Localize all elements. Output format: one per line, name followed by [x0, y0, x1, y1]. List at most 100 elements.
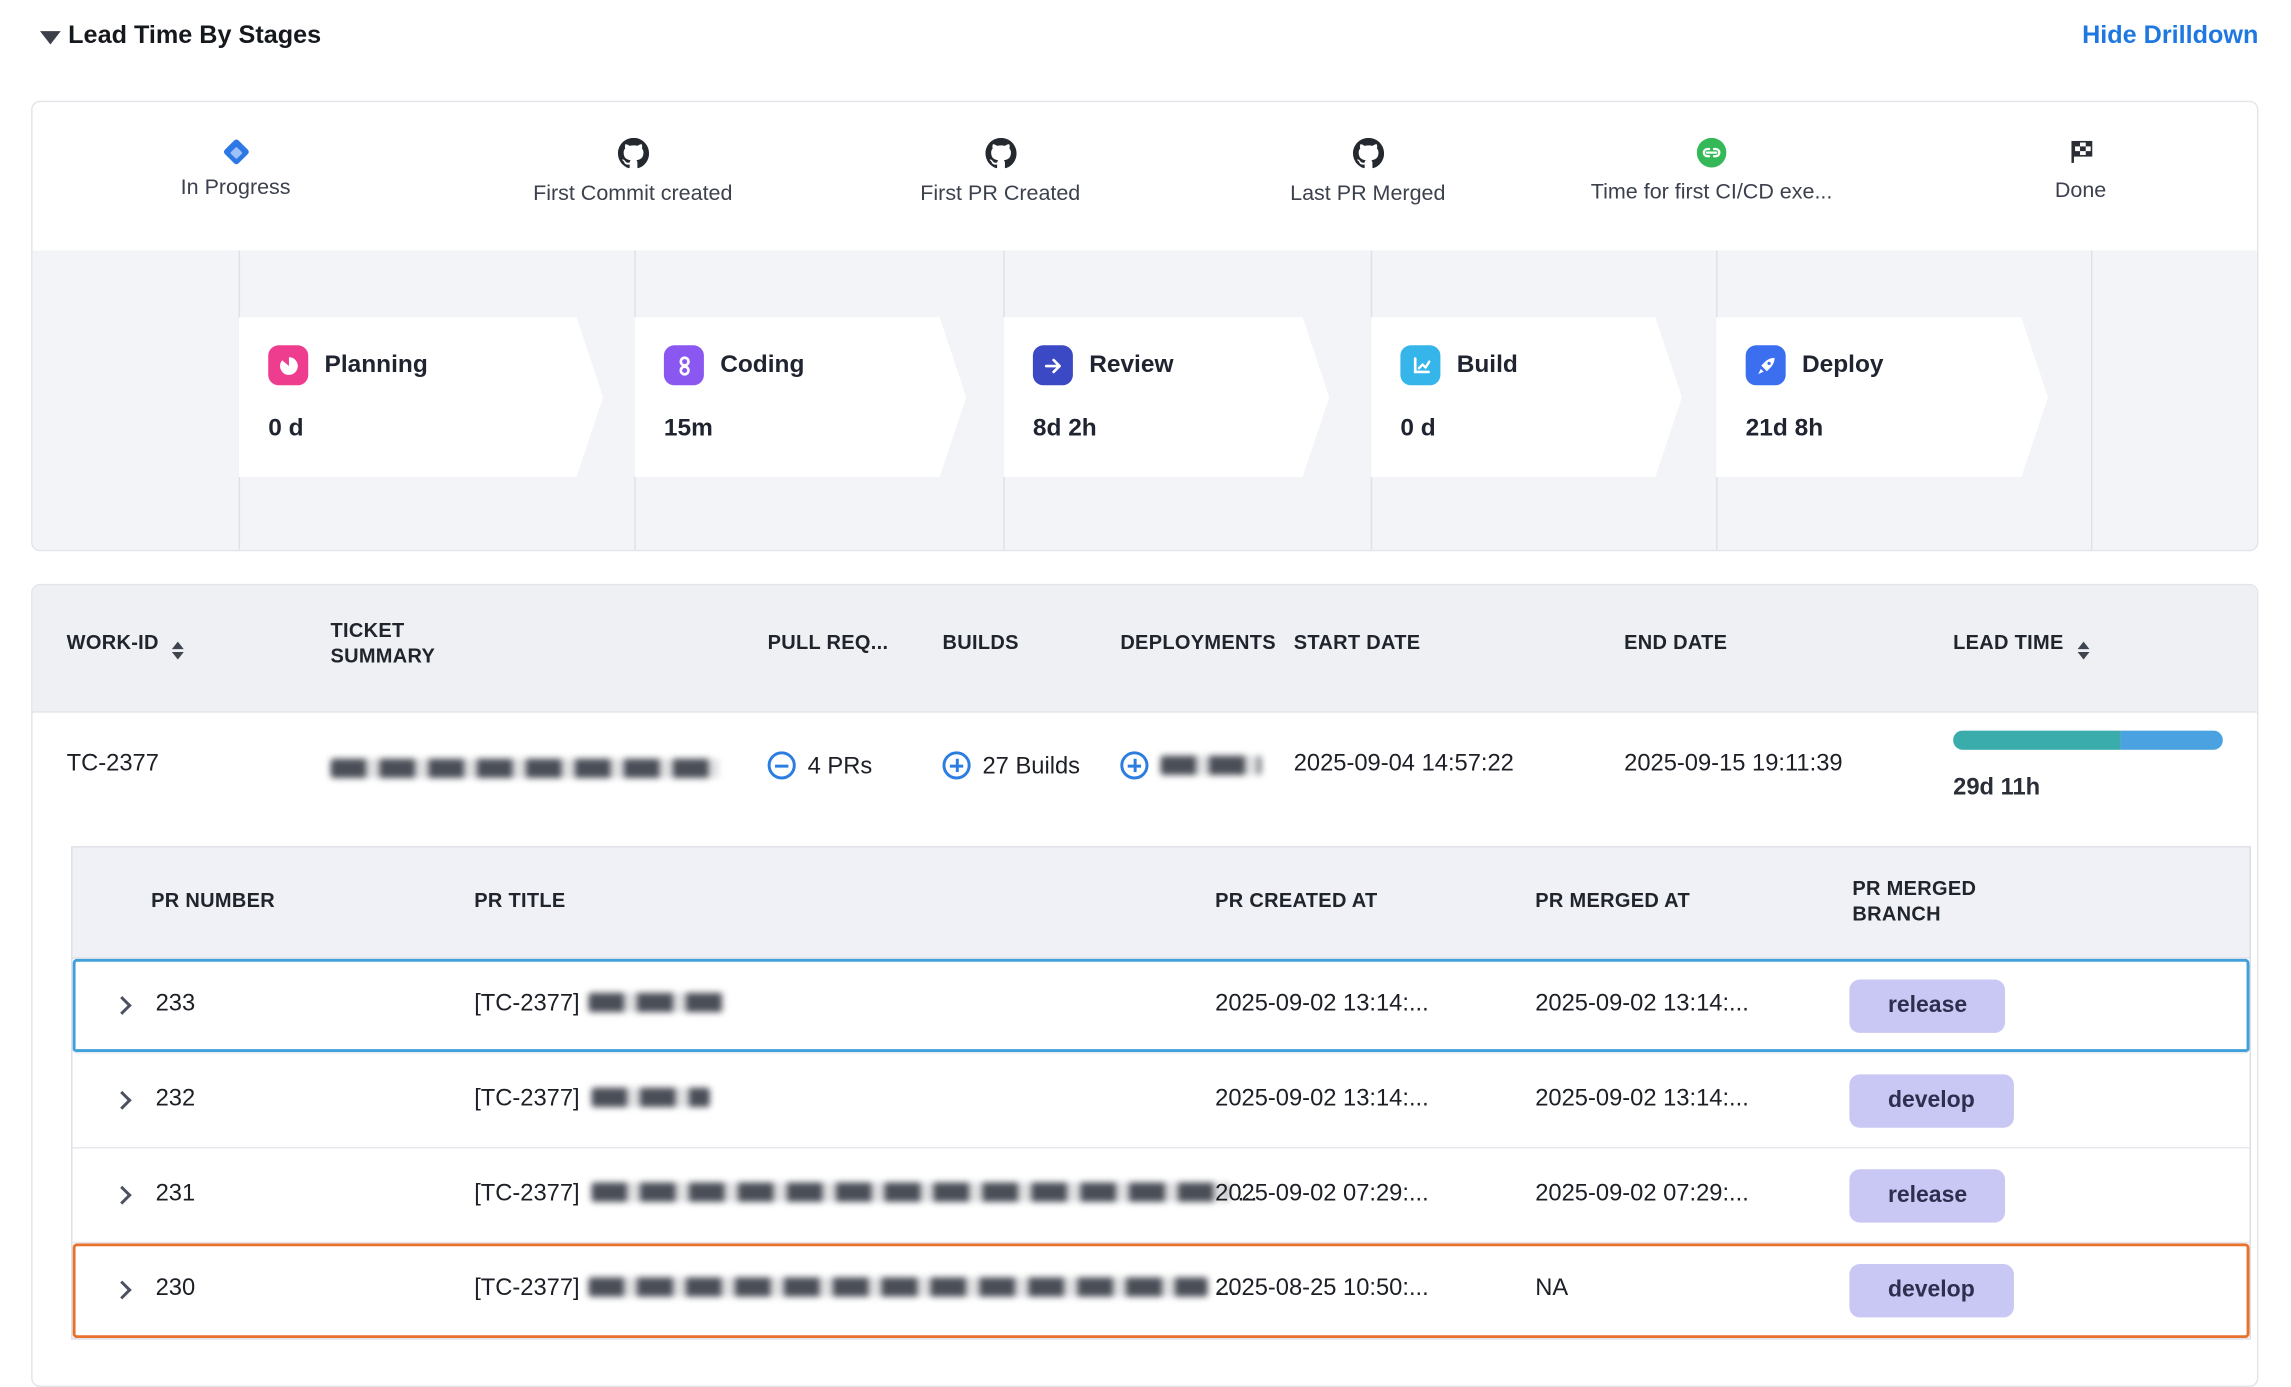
branch-badge: develop: [1849, 1074, 2013, 1127]
pr-created-at: 2025-09-02 07:29:...: [1215, 1181, 1429, 1208]
milestone-label: In Progress: [58, 176, 414, 200]
github-icon: [617, 138, 648, 171]
milestone-first-pr: First PR Created: [822, 102, 1178, 206]
col-pr-number: PR NUMBER: [151, 889, 275, 911]
pr-title: [TC-2377]: [474, 991, 734, 1018]
work-table-header: WORK-ID TICKET SUMMARY PULL REQ... BUILD…: [33, 585, 2257, 712]
stage-name: Deploy: [1802, 351, 1884, 379]
sort-lead-time-icon[interactable]: [2077, 642, 2089, 660]
github-icon: [985, 138, 1016, 171]
lead-time-stages-card: In Progress First Commit created First P…: [31, 101, 2258, 551]
expand-chevron-icon[interactable]: [113, 1186, 132, 1205]
builds-toggle[interactable]: 27 Builds: [942, 751, 1080, 781]
pr-title: [TC-2377]...: [474, 1276, 1236, 1303]
milestone-last-pr-merged: Last PR Merged: [1190, 102, 1546, 206]
col-start-date: START DATE: [1294, 631, 1421, 653]
expand-chevron-icon[interactable]: [113, 1281, 132, 1300]
col-pull-requests: PULL REQ...: [768, 631, 889, 653]
col-pr-title: PR TITLE: [474, 889, 565, 911]
stage-name: Coding: [720, 351, 804, 379]
stage-duration: 15m: [664, 415, 713, 443]
col-pr-merged-branch: PR MERGED BRANCH: [1852, 876, 2015, 926]
stage-planning: Planning 0 d: [239, 317, 604, 477]
pr-merged-at: 2025-09-02 13:14:...: [1535, 1086, 1749, 1113]
col-lead-time: LEAD TIME: [1953, 631, 2089, 659]
col-deployments: DEPLOYMENTS: [1120, 631, 1276, 653]
work-id: TC-2377: [67, 751, 159, 778]
ticket-summary-redacted: [330, 757, 718, 784]
pr-row-230: 230 [TC-2377]... 2025-08-25 10:50:... NA…: [73, 1243, 2250, 1338]
col-pr-merged-at: PR MERGED AT: [1535, 889, 1690, 911]
expand-circle-icon[interactable]: [942, 751, 970, 779]
milestone-cicd: Time for first CI/CD exe...: [1534, 102, 1890, 204]
deploy-rocket-icon: [1746, 345, 1786, 385]
deployments-toggle[interactable]: [1120, 751, 1261, 781]
milestone-row: In Progress First Commit created First P…: [33, 102, 2257, 250]
stage-name: Build: [1457, 351, 1518, 379]
branch-badge: release: [1849, 1169, 2005, 1222]
collapse-circle-icon[interactable]: [768, 751, 796, 779]
lead-time-bar: [1953, 731, 2223, 750]
milestone-label: First PR Created: [822, 182, 1178, 206]
pr-created-at: 2025-09-02 13:14:...: [1215, 991, 1429, 1018]
col-ticket-summary: TICKET SUMMARY: [330, 618, 493, 668]
stage-divider: [2091, 250, 2092, 551]
pr-row-232: 232 [TC-2377] 2025-09-02 13:14:... 2025-…: [73, 1054, 2250, 1149]
sort-work-id-icon[interactable]: [172, 642, 184, 660]
pr-row-233: 233 [TC-2377] 2025-09-02 13:14:... 2025-…: [73, 959, 2250, 1054]
pr-number: 232: [156, 1086, 196, 1113]
pr-merged-at: 2025-09-02 13:14:...: [1535, 991, 1749, 1018]
milestone-first-commit: First Commit created: [455, 102, 811, 206]
stage-name: Planning: [325, 351, 428, 379]
stage-name: Review: [1089, 351, 1173, 379]
stage-coding: Coding 15m: [634, 317, 966, 477]
lead-time-value: 29d 11h: [1953, 775, 2040, 802]
milestone-label: First Commit created: [455, 182, 811, 206]
build-icon: [1400, 345, 1440, 385]
lead-time-drilldown-page: Lead Time By Stages Hide Drilldown In Pr…: [0, 0, 2291, 1377]
milestone-label: Time for first CI/CD exe...: [1534, 181, 1890, 205]
col-work-id: WORK-ID: [67, 631, 184, 659]
stage-deploy: Deploy 21d 8h: [1716, 317, 2048, 477]
stage-duration: 0 d: [268, 415, 303, 443]
page-header: Lead Time By Stages Hide Drilldown: [31, 12, 2258, 65]
expand-chevron-icon[interactable]: [113, 1091, 132, 1110]
milestone-in-progress: In Progress: [58, 102, 414, 200]
hide-drilldown-link[interactable]: Hide Drilldown: [2082, 21, 2258, 51]
pr-created-at: 2025-09-02 13:14:...: [1215, 1086, 1429, 1113]
col-end-date: END DATE: [1624, 631, 1727, 653]
stage-review: Review 8d 2h: [1003, 317, 1329, 477]
expand-chevron-icon[interactable]: [113, 996, 132, 1015]
end-date: 2025-09-15 19:11:39: [1624, 751, 1842, 778]
branch-badge: develop: [1849, 1264, 2013, 1317]
branch-badge: release: [1849, 980, 2005, 1033]
expand-circle-icon[interactable]: [1120, 751, 1148, 779]
finish-flag-icon: [2067, 138, 2095, 171]
github-icon: [1352, 138, 1383, 171]
milestone-label: Done: [1910, 179, 2251, 203]
pr-created-at: 2025-08-25 10:50:...: [1215, 1276, 1429, 1303]
pr-merged-at: NA: [1535, 1276, 1568, 1303]
pr-table-header: PR NUMBER PR TITLE PR CREATED AT PR MERG…: [73, 848, 2250, 959]
pr-title: [TC-2377]: [474, 1086, 719, 1113]
start-date: 2025-09-04 14:57:22: [1294, 751, 1514, 778]
col-pr-created-at: PR CREATED AT: [1215, 889, 1377, 911]
section-title: Lead Time By Stages: [68, 21, 321, 51]
review-icon: [1033, 345, 1073, 385]
stage-track: Planning 0 d Coding 15m Review 8d 2h: [33, 250, 2257, 551]
planning-icon: [268, 345, 308, 385]
work-row: TC-2377 4 PRs 27 Builds 2025-09-04 14:57…: [33, 713, 2257, 846]
pr-number: 230: [156, 1276, 196, 1303]
pr-row-231: 231 [TC-2377]... 2025-09-02 07:29:... 20…: [73, 1148, 2250, 1243]
coding-icon: [664, 345, 704, 385]
collapse-caret-icon[interactable]: [40, 31, 61, 44]
pr-table: PR NUMBER PR TITLE PR CREATED AT PR MERG…: [71, 846, 2251, 1339]
stage-duration: 21d 8h: [1746, 415, 1823, 443]
stage-duration: 8d 2h: [1033, 415, 1097, 443]
pr-number: 231: [156, 1181, 196, 1208]
stage-build: Build 0 d: [1371, 317, 1682, 477]
pr-merged-at: 2025-09-02 07:29:...: [1535, 1181, 1749, 1208]
stage-duration: 0 d: [1400, 415, 1435, 443]
pr-title: [TC-2377]...: [474, 1181, 1257, 1208]
pull-requests-toggle[interactable]: 4 PRs: [768, 751, 873, 781]
